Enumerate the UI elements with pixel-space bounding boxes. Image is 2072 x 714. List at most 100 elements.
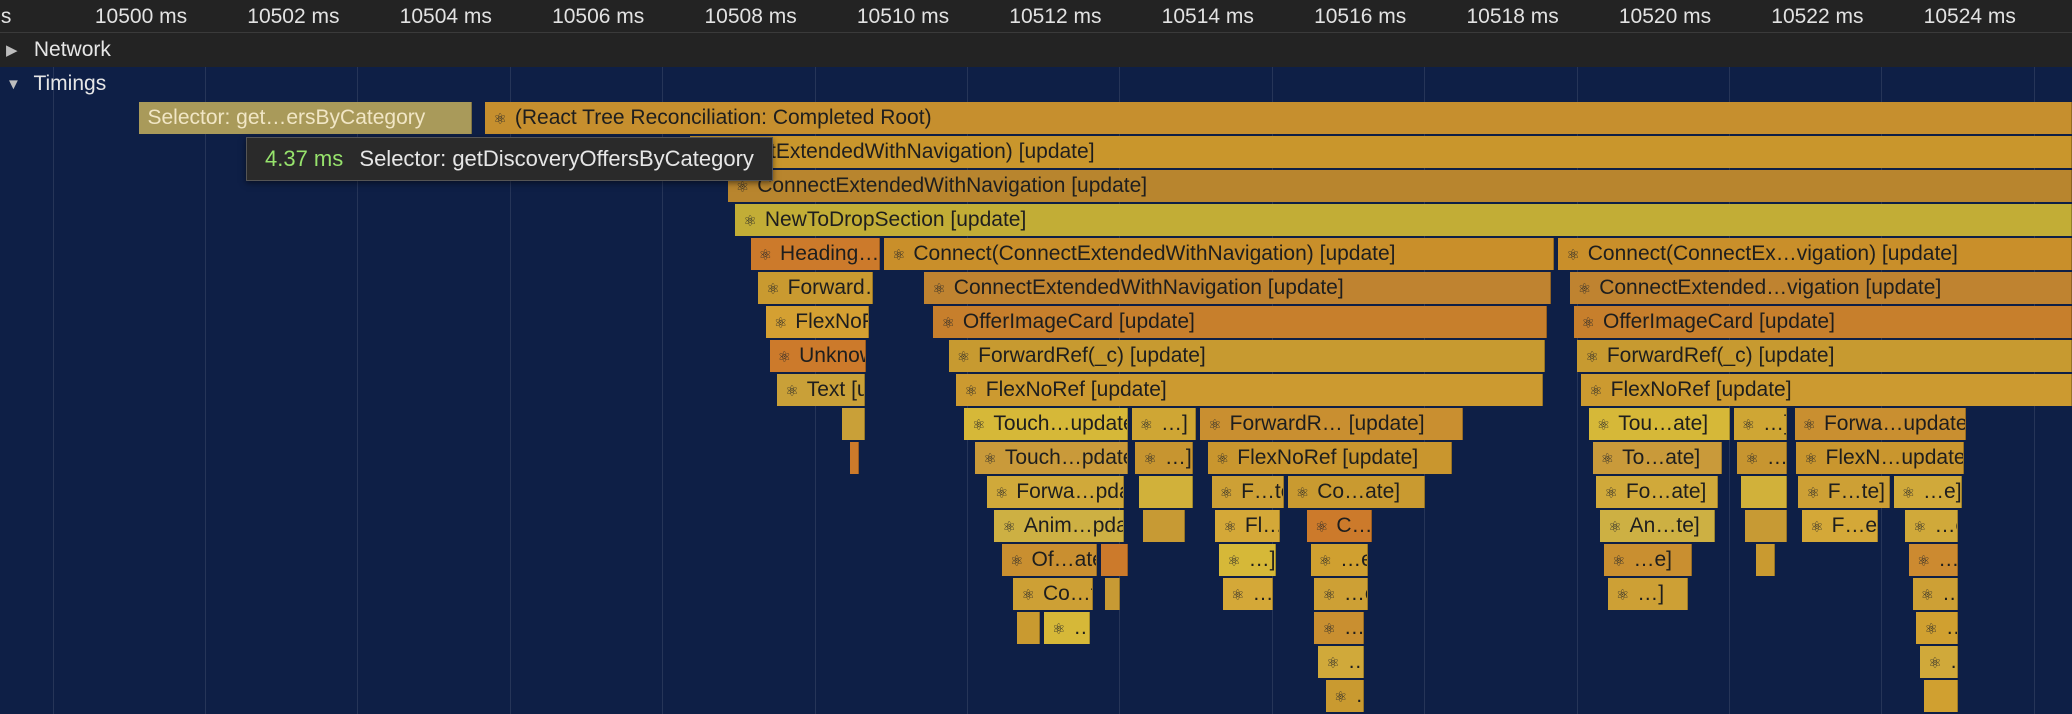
flame-bar[interactable]: ⚛ OfferImageCard [update]: [1573, 306, 2072, 338]
flame-bar[interactable]: ⚛ FlexNoRef [update]: [956, 374, 1544, 406]
react-atom-icon: ⚛: [1322, 621, 1336, 638]
flame-bar-label: NewToDropSection [update]: [764, 208, 1027, 231]
flame-bar[interactable]: ⚛ Fo…ate]: [1596, 476, 1719, 508]
flame-bar-label: (React Tree Reconciliation: Completed Ro…: [514, 106, 932, 129]
flame-bar[interactable]: ⚛ …e]: [1314, 612, 1364, 644]
flame-bar[interactable]: ⚛ Connect(ConnectExtendedWithNavigation) …: [883, 238, 1555, 270]
network-track-header[interactable]: ▶ Network: [0, 33, 2072, 67]
flame-bar[interactable]: Selector: get…ersByCategory: [139, 102, 473, 134]
flame-bar[interactable]: ⚛ NewToDropSection [update]: [735, 204, 2072, 236]
flame-bar[interactable]: ⚛ Text [update]: [777, 374, 865, 406]
flame-bar[interactable]: ⚛ …]: [1325, 680, 1364, 712]
flame-bar[interactable]: ⚛ Co…ate]: [1287, 476, 1425, 508]
flame-bar[interactable]: ⚛…: [1920, 646, 1959, 678]
flame-bar[interactable]: ⚛ ForwardRef(_c) [update]: [948, 340, 1545, 372]
flame-bar[interactable]: ⚛ FlexNoRef [update]: [1581, 374, 2072, 406]
flame-bar[interactable]: ⚛ (React Tree Reconciliation: Completed R…: [485, 102, 2072, 134]
flame-bar[interactable]: ⚛ Forwa…update]: [1794, 408, 1966, 440]
flame-bar[interactable]: [849, 442, 859, 474]
flame-bar[interactable]: ⚛ …]: [1135, 442, 1193, 474]
flame-bar[interactable]: ⚛ ConnectExtendedWithNavigation [update]: [727, 170, 2072, 202]
flame-bar[interactable]: ⚛ An…te]: [1600, 510, 1715, 542]
network-track[interactable]: ▶ Network: [0, 33, 2072, 67]
timings-track-header[interactable]: ▼ Timings: [0, 67, 2072, 101]
react-atom-icon: ⚛: [1928, 655, 1942, 672]
ruler-tick-label: 10522 ms: [1771, 5, 1864, 28]
flame-bar[interactable]: ⚛ Anim…pdate]: [994, 510, 1124, 542]
flame-bar[interactable]: ⚛ FlexN…update]: [1796, 442, 1964, 474]
flame-bar[interactable]: [842, 408, 865, 440]
flame-bar[interactable]: ⚛ Unknow…update]: [769, 340, 867, 372]
flame-bar[interactable]: ⚛ Fl…te]: [1215, 510, 1281, 542]
triangle-right-icon[interactable]: ▶: [6, 34, 28, 67]
flame-bar[interactable]: ⚛ …e]: [1604, 544, 1692, 576]
flame-bar[interactable]: [1104, 578, 1121, 610]
flame-bar[interactable]: [1924, 680, 1959, 712]
flame-bar[interactable]: ⚛ …]: [1131, 408, 1197, 440]
flame-bar[interactable]: ⚛ Forward… [update]: [758, 272, 873, 304]
flame-bar[interactable]: [1101, 544, 1128, 576]
flame-bar[interactable]: ⚛ …]: [1219, 544, 1277, 576]
flame-bar[interactable]: ⚛ …]: [1043, 612, 1090, 644]
ruler-tick-label: 10506 ms: [552, 5, 645, 28]
react-atom-icon: ⚛: [1231, 587, 1245, 604]
flame-bar[interactable]: ⚛ Co…te]: [1013, 578, 1094, 610]
performance-flame-chart[interactable]: 8 ms 10500 ms 10502 ms 10504 ms 10506 ms 1050…: [0, 0, 2072, 714]
flame-bar[interactable]: ⚛ Of…ate]: [1002, 544, 1098, 576]
flame-bars[interactable]: Selector: get…ersByCategory ⚛ (React Tree …: [0, 0, 2072, 714]
flame-bar-label: …]: [1348, 650, 1363, 673]
time-ruler[interactable]: 8 ms 10500 ms 10502 ms 10504 ms 10506 ms 1050…: [0, 0, 2072, 33]
flame-bar[interactable]: ⚛ Connect(ConnectEx…vigation) [update]: [1558, 238, 2072, 270]
flame-bar[interactable]: ⚛ ForwardRef(_c) [update]: [1577, 340, 2072, 372]
react-atom-icon: ⚛: [1810, 519, 1824, 536]
flame-bar[interactable]: ⚛ …]: [1737, 442, 1787, 474]
flame-bar[interactable]: [1017, 612, 1041, 644]
flame-bar[interactable]: [1143, 510, 1185, 542]
flame-bar-label: An…te]: [1629, 514, 1700, 537]
flame-bar[interactable]: ⚛ …]: [1912, 578, 1959, 610]
flame-bar-label: …]: [1355, 684, 1363, 707]
flame-bar[interactable]: ⚛ Touch…pdate]: [975, 442, 1128, 474]
flame-bar[interactable]: ⚛ …e]: [1314, 578, 1368, 610]
flame-bar[interactable]: [1756, 544, 1776, 576]
flame-bar[interactable]: ⚛ …e]: [1916, 612, 1959, 644]
flame-bar[interactable]: ⚛…: [1223, 578, 1273, 610]
flame-bar[interactable]: ⚛ FlexNoR…[update]: [765, 306, 869, 338]
flame-bar[interactable]: ⚛ …e]: [1893, 476, 1963, 508]
flame-bar[interactable]: ⚛ ConnectExtended…vigation [update]: [1569, 272, 2072, 304]
react-atom-icon: ⚛: [1806, 485, 1820, 502]
flame-bar[interactable]: ⚛ To…ate]: [1592, 442, 1723, 474]
flame-bar[interactable]: ⚛ FlexNoRef [update]: [1207, 442, 1452, 474]
flame-bar[interactable]: [1741, 476, 1787, 508]
gridline: [52, 0, 54, 714]
flame-bar-label: ConnectExtendedWithNavigation [update]: [953, 276, 1344, 299]
flame-bar[interactable]: ⚛ F…e]: [1802, 510, 1879, 542]
flame-bar[interactable]: ConnectExtendedWithNavigation) [update]: [689, 136, 2072, 168]
flame-bar[interactable]: ⚛ …]: [1733, 408, 1787, 440]
flame-bar[interactable]: ⚛ ConnectExtendedWithNavigation [update]: [924, 272, 1551, 304]
flame-bar[interactable]: ⚛ Touch…update]: [963, 408, 1128, 440]
tooltip-label: Selector: getDiscoveryOffersByCategory: [359, 146, 754, 171]
timings-track[interactable]: ▼ Timings: [0, 67, 2072, 101]
flame-bar-label: Touch…pdate]: [1004, 446, 1128, 469]
flame-bar[interactable]: ⚛ …]: [1607, 578, 1688, 610]
flame-bar[interactable]: ⚛ Tou…ate]: [1588, 408, 1730, 440]
flame-bar-label: Co…te]: [1042, 582, 1093, 605]
flame-bar[interactable]: [1745, 510, 1787, 542]
flame-bar[interactable]: ⚛ …e]: [1310, 544, 1368, 576]
react-atom-icon: ⚛: [1615, 587, 1630, 604]
flame-bar[interactable]: ⚛ F…te]: [1211, 476, 1284, 508]
flame-bar[interactable]: ⚛ OfferImageCard [update]: [933, 306, 1547, 338]
flame-bar[interactable]: ⚛ …]: [1908, 544, 1959, 576]
react-atom-icon: ⚛: [1219, 485, 1234, 502]
react-atom-icon: ⚛: [1223, 519, 1237, 536]
flame-bar[interactable]: [1139, 476, 1193, 508]
flame-bar[interactable]: ⚛ …e]: [1905, 510, 1959, 542]
flame-bar[interactable]: ⚛ F…te]: [1798, 476, 1890, 508]
flame-bar[interactable]: ⚛ C…e]: [1306, 510, 1372, 542]
flame-bar[interactable]: ⚛ Forwa…pdate]: [986, 476, 1124, 508]
flame-bar[interactable]: ⚛ ForwardR… [update]: [1200, 408, 1464, 440]
flame-bar[interactable]: ⚛ …]: [1318, 646, 1364, 678]
flame-bar[interactable]: ⚛ Heading… [update]: [750, 238, 881, 270]
triangle-down-icon[interactable]: ▼: [6, 68, 28, 102]
